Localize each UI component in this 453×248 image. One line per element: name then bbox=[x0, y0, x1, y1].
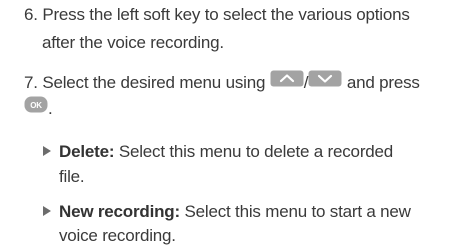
step-6-line-1: 6. Press the left soft key to select the… bbox=[24, 3, 410, 27]
bullet-arrow-icon bbox=[43, 145, 51, 156]
ok-key-icon: OK bbox=[24, 96, 48, 120]
option-delete-line-1: Delete: Select this menu to delete a rec… bbox=[43, 140, 393, 164]
bullet-arrow-icon bbox=[43, 205, 51, 216]
option-delete-desc-line-1: Select this menu to delete a recorded bbox=[118, 142, 394, 161]
step-7-text-part-a: Select the desired menu using bbox=[42, 73, 266, 92]
step-7-line-2: OK . bbox=[24, 96, 53, 122]
option-delete-line-2: file. bbox=[59, 165, 85, 189]
step-7-line-1: 7. Select the desired menu using / and p… bbox=[24, 70, 420, 96]
ok-key-label: OK bbox=[30, 101, 42, 110]
step-7-number: 7. bbox=[24, 73, 38, 92]
down-key-icon bbox=[308, 70, 342, 94]
step-6-line-2: after the voice recording. bbox=[42, 31, 224, 55]
option-new-recording-desc-line-2: voice recording. bbox=[59, 226, 176, 245]
manual-page: 6. Press the left soft key to select the… bbox=[0, 0, 453, 248]
option-new-recording-line-2: voice recording. bbox=[59, 224, 176, 248]
step-7-text-part-b: and press bbox=[346, 73, 420, 92]
up-key-icon bbox=[270, 70, 304, 94]
option-delete-desc-line-2: file. bbox=[59, 167, 85, 186]
option-new-recording-desc-line-1: Select this menu to start a new bbox=[184, 202, 411, 221]
step-6-text-line-1: Press the left soft key to select the va… bbox=[42, 5, 410, 24]
step-6-number: 6. bbox=[24, 5, 38, 24]
option-new-recording-term: New recording: bbox=[59, 202, 180, 221]
option-new-recording-line-1: New recording: Select this menu to start… bbox=[43, 200, 411, 224]
step-6-text-line-2: after the voice recording. bbox=[42, 33, 224, 52]
option-delete-term: Delete: bbox=[59, 142, 115, 161]
step-7-period: . bbox=[48, 99, 53, 118]
